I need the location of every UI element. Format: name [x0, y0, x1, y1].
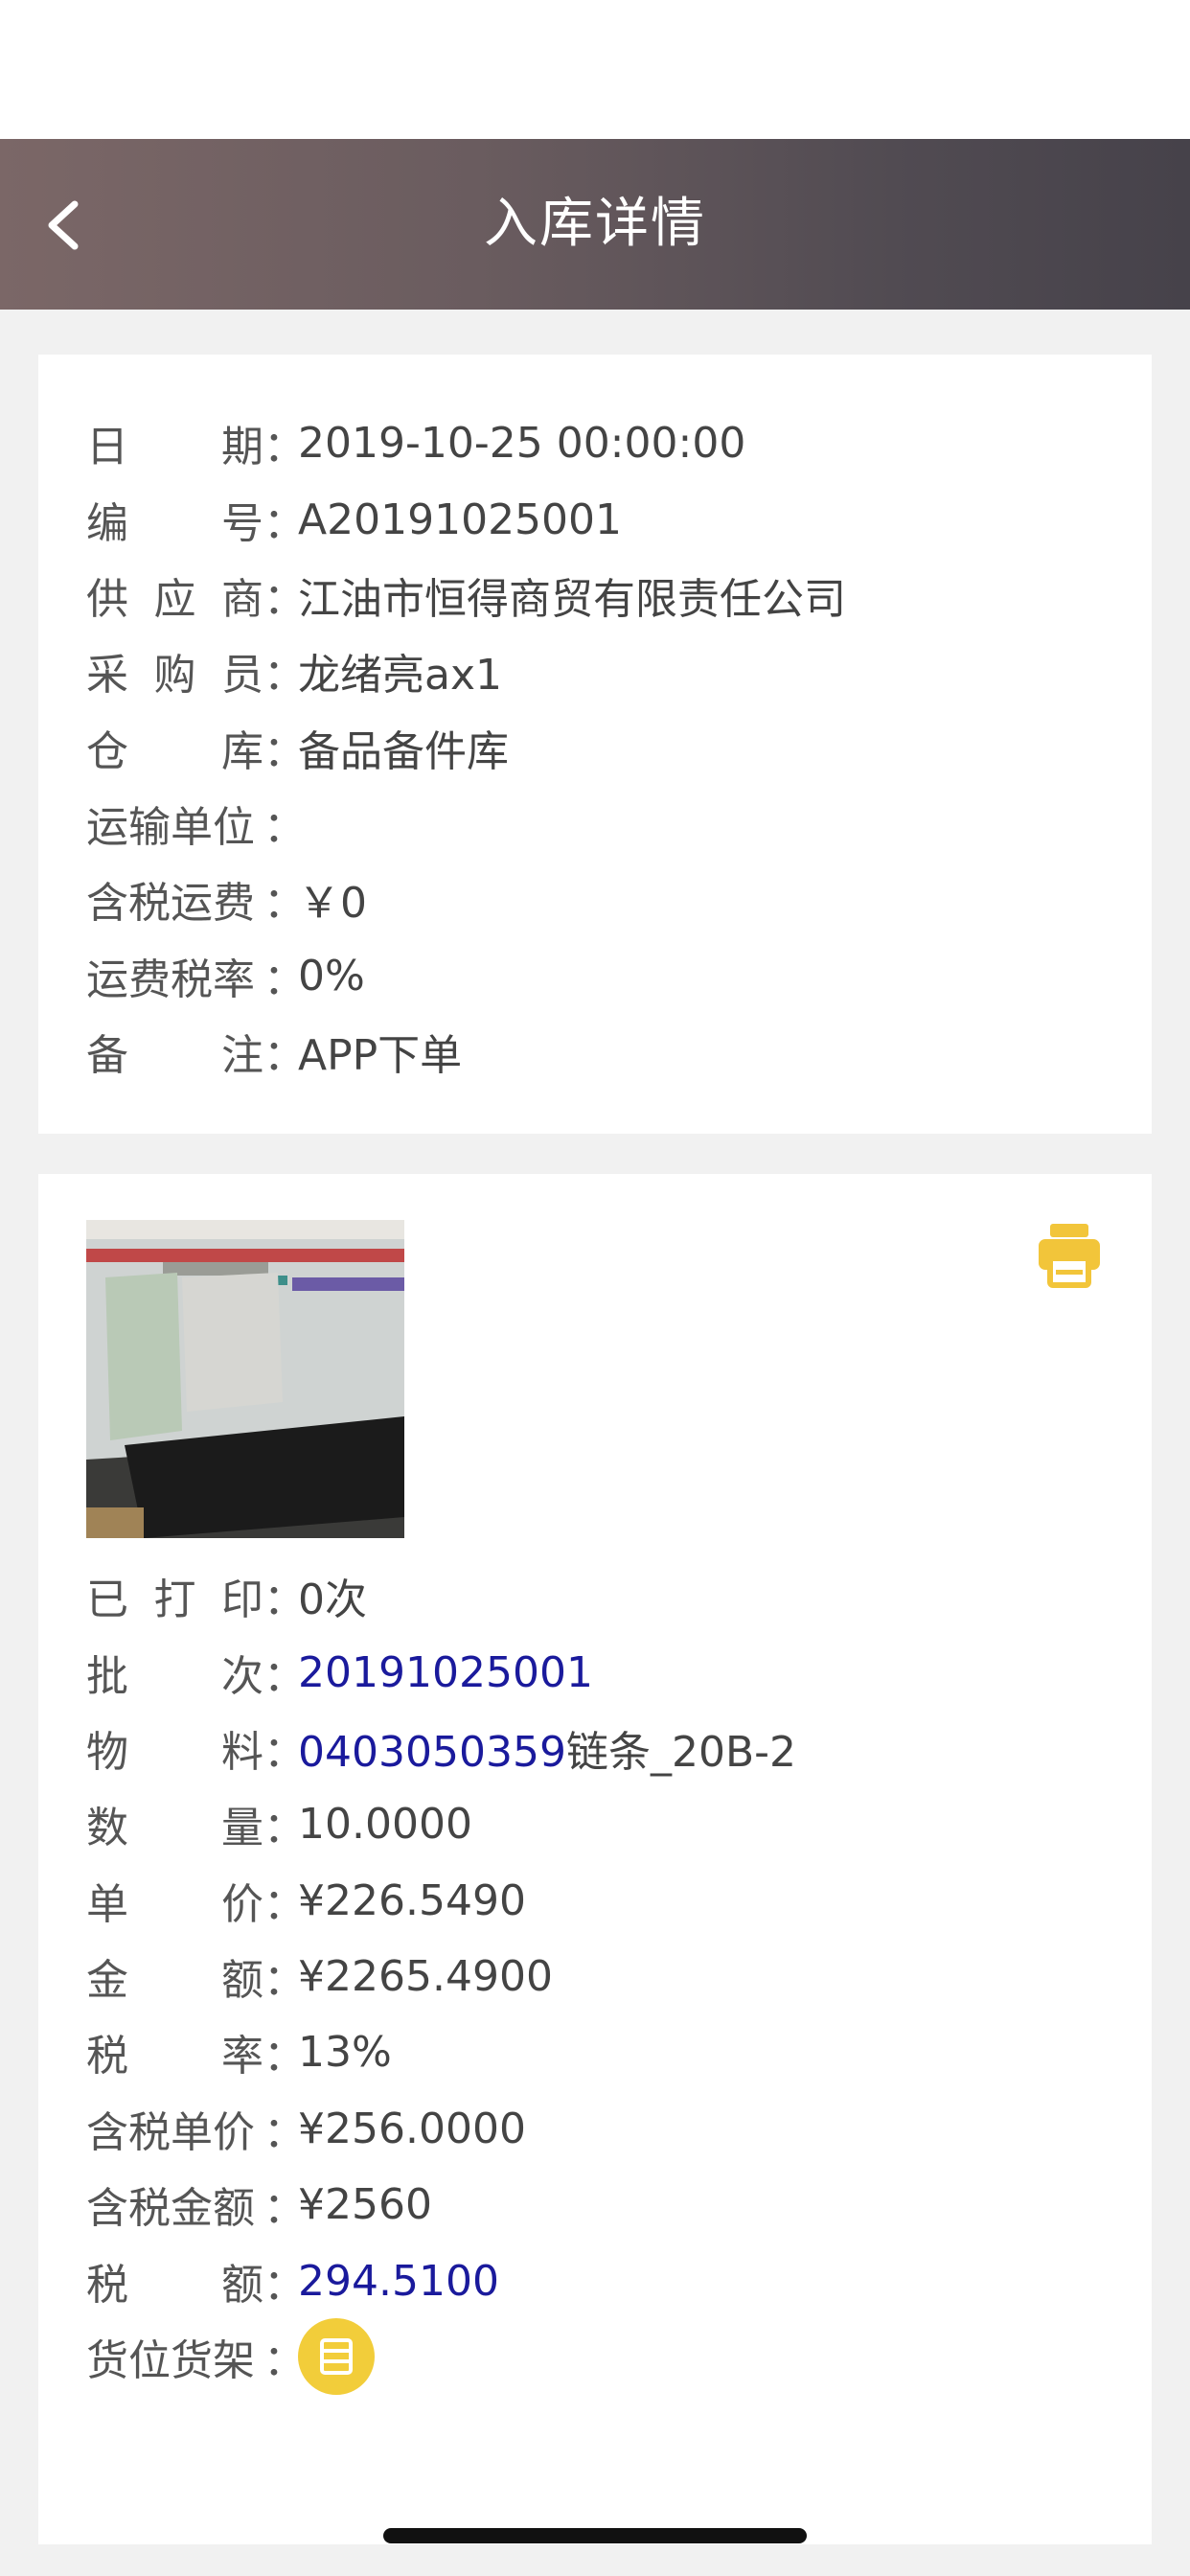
info-row-buyer: 采 购 员 ： 龙绪亮ax1: [86, 632, 502, 709]
info-label: 备 注: [86, 1031, 263, 1080]
supplier-value: 江油市恒得商贸有限责任公司: [298, 575, 846, 624]
info-label: 仓 库: [86, 727, 263, 776]
shelf-location-button[interactable]: [298, 2318, 375, 2395]
freight-value: ￥0: [298, 879, 367, 928]
detail-label: 数 量: [86, 1804, 263, 1852]
material-value: 0403050359链条_20B-2: [298, 1717, 796, 1779]
detail-row-quantity: 数 量 ： 10.0000: [86, 1785, 472, 1862]
detail-row-tax: 税 额 ： 294.5100: [86, 2242, 499, 2319]
unit-price-value: ¥226.5490: [298, 1875, 526, 1925]
info-label: 日 期: [86, 423, 263, 472]
material-photo[interactable]: [86, 1220, 404, 1538]
detail-label: 物 料: [86, 1728, 263, 1777]
amount-value: ¥2265.4900: [298, 1951, 553, 2001]
detail-row-tax-amount: 含税金额 ： ¥2560: [86, 2166, 432, 2242]
material-code-link[interactable]: 0403050359: [298, 1728, 566, 1777]
detail-label: 含税金额: [86, 2184, 255, 2233]
inbound-info-card: 日 期 ： 2019-10-25 00:00:00 编 号 ： A2019102…: [38, 355, 1152, 1134]
nav-bar: 入库详情: [0, 139, 1190, 310]
detail-row-amount: 金 额 ： ¥2265.4900: [86, 1938, 553, 2014]
warehouse-value: 备品备件库: [298, 727, 509, 776]
info-row-warehouse: 仓 库 ： 备品备件库: [86, 709, 509, 786]
info-row-date: 日 期 ： 2019-10-25 00:00:00: [86, 404, 745, 481]
list-icon: [320, 2338, 353, 2375]
info-label: 采 购 员: [86, 651, 263, 700]
date-value: 2019-10-25 00:00:00: [298, 418, 746, 468]
home-indicator[interactable]: [383, 2528, 807, 2543]
info-row-number: 编 号 ： A20191025001: [86, 481, 622, 558]
freight-rate-value: 0%: [298, 951, 365, 1000]
info-label: 编 号: [86, 499, 263, 548]
detail-label: 税 率: [86, 2032, 263, 2081]
detail-row-printed: 已 打 印 ： 0次: [86, 1557, 367, 1634]
detail-label: 税 额: [86, 2261, 263, 2310]
detail-label: 金 额: [86, 1956, 263, 2005]
detail-row-batch: 批 次 ： 20191025001: [86, 1634, 593, 1711]
tax-link[interactable]: 294.5100: [298, 2257, 499, 2306]
info-label: 运输单位: [86, 803, 255, 852]
detail-row-unit-price: 单 价 ： ¥226.5490: [86, 1862, 526, 1939]
detail-row-tax-unit-price: 含税单价 ： ¥256.0000: [86, 2090, 526, 2167]
info-row-supplier: 供 应 商 ： 江油市恒得商贸有限责任公司: [86, 557, 846, 633]
printed-count-value: 0次: [298, 1576, 367, 1624]
detail-label: 含税单价: [86, 2108, 255, 2157]
detail-label: 已 打 印: [86, 1576, 263, 1624]
photo-image: [86, 1220, 404, 1538]
detail-row-material: 物 料 ： 0403050359链条_20B-2: [86, 1710, 796, 1786]
number-value: A20191025001: [298, 494, 623, 544]
detail-row-shelf: 货位货架 ：: [86, 2318, 375, 2395]
info-label: 含税运费: [86, 879, 255, 928]
page-title: 入库详情: [484, 193, 706, 255]
tax-unit-price-value: ¥256.0000: [298, 2104, 526, 2153]
detail-row-tax-rate: 税 率 ： 13%: [86, 2013, 392, 2090]
info-label: 运费税率: [86, 955, 255, 1004]
material-detail-card: 已 打 印 ： 0次 批 次 ： 20191025001 物 料 ： 04030…: [38, 1174, 1152, 2544]
printer-icon: [1039, 1224, 1100, 1288]
detail-label: 批 次: [86, 1652, 263, 1701]
batch-link[interactable]: 20191025001: [298, 1648, 593, 1697]
detail-label: 单 价: [86, 1880, 263, 1929]
info-row-freight: 含税运费 ： ￥0: [86, 861, 367, 937]
print-button[interactable]: [1035, 1220, 1104, 1289]
info-row-remark: 备 注 ： APP下单: [86, 1013, 462, 1090]
quantity-value: 10.0000: [298, 1799, 472, 1849]
status-bar-area: [0, 0, 1190, 139]
tax-amount-value: ¥2560: [298, 2179, 432, 2229]
tax-rate-value: 13%: [298, 2027, 392, 2077]
info-row-transport: 运输单位 ：: [86, 785, 306, 862]
buyer-value: 龙绪亮ax1: [298, 651, 502, 700]
material-name: 链条_20B-2: [565, 1728, 796, 1777]
info-label: 供 应 商: [86, 575, 263, 624]
remark-value: APP下单: [298, 1031, 463, 1080]
info-row-freight-rate: 运费税率 ： 0%: [86, 937, 365, 1014]
detail-label: 货位货架: [86, 2336, 255, 2385]
